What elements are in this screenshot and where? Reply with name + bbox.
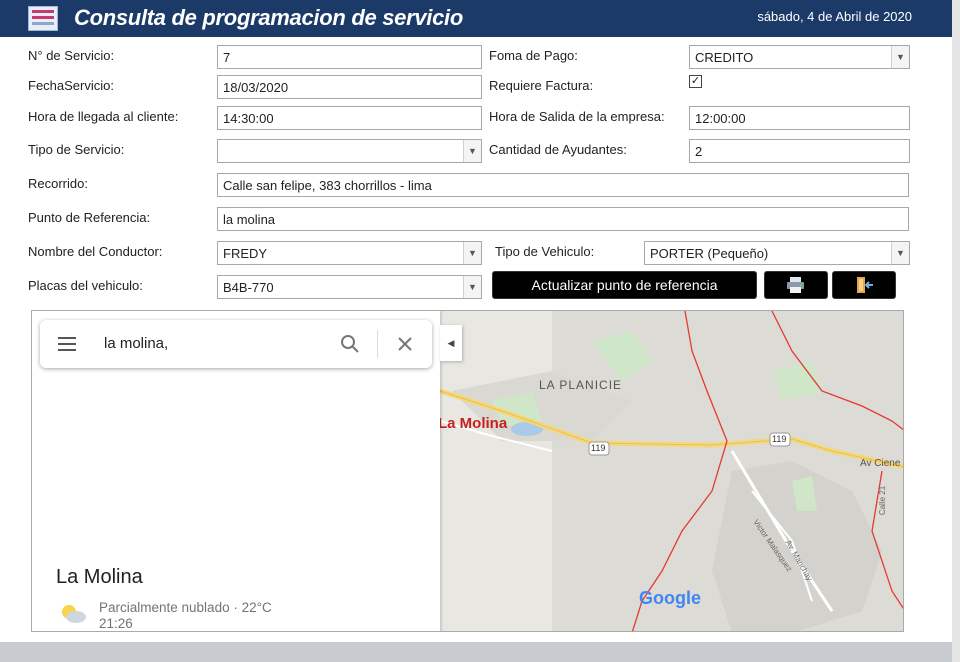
forma-pago-value: CREDITO [695, 50, 754, 65]
google-map[interactable]: LA PLANICIE La Molina 119 119 Av Ciene C… [31, 310, 904, 632]
road-119-label: 119 [591, 443, 606, 453]
servicio-field[interactable]: 7 [217, 45, 482, 69]
print-button[interactable] [764, 271, 828, 299]
partly-cloudy-icon [62, 605, 86, 623]
google-logo: Google [639, 588, 701, 608]
conductor-label: Nombre del Conductor: [28, 244, 163, 259]
chevron-down-icon[interactable]: ▼ [891, 242, 909, 264]
servicio-label: N° de Servicio: [28, 48, 115, 63]
recorrido-label: Recorrido: [28, 176, 88, 191]
recorrido-field[interactable]: Calle san felipe, 383 chorrillos - lima [217, 173, 909, 197]
search-divider [377, 330, 378, 358]
fecha-field[interactable]: 18/03/2020 [217, 75, 482, 99]
tipo-servicio-select[interactable]: ▼ [217, 139, 482, 163]
chevron-down-icon[interactable]: ▼ [891, 46, 909, 68]
placas-value: B4B-770 [223, 280, 274, 295]
exit-door-icon [857, 277, 873, 293]
map-label-planicie: LA PLANICIE [539, 378, 623, 392]
map-label-calle21: Calle 21 [878, 485, 888, 516]
ayudantes-field[interactable]: 2 [689, 139, 910, 163]
form-app-icon [28, 6, 58, 31]
chevron-down-icon[interactable]: ▼ [463, 242, 481, 264]
factura-checkbox[interactable]: ✓ [689, 75, 702, 88]
window-edge [952, 0, 960, 662]
chevron-down-icon[interactable]: ▼ [463, 276, 481, 298]
chevron-down-icon[interactable]: ▼ [463, 140, 481, 162]
window-title: Consulta de programacion de servicio [74, 5, 463, 30]
place-name: La Molina [56, 566, 143, 588]
weather-time: 21:26 [99, 616, 133, 631]
search-icon[interactable] [340, 334, 360, 354]
referencia-label: Punto de Referencia: [28, 210, 151, 225]
forma-pago-label: Foma de Pago: [489, 48, 578, 63]
hora-salida-field[interactable]: 12:00:00 [689, 106, 910, 130]
map-search-box[interactable]: la molina, [40, 320, 432, 368]
exit-button[interactable] [832, 271, 896, 299]
vehiculo-select[interactable]: PORTER (Pequeño) ▼ [644, 241, 910, 265]
fecha-label: FechaServicio: [28, 78, 114, 93]
hora-llegada-label: Hora de llegada al cliente: [28, 109, 179, 124]
current-date: sábado, 4 de Abril de 2020 [757, 9, 912, 24]
placas-select[interactable]: B4B-770 ▼ [217, 275, 482, 299]
vehiculo-label: Tipo de Vehiculo: [495, 244, 595, 259]
close-icon[interactable] [397, 336, 413, 352]
actualizar-referencia-button[interactable]: Actualizar punto de referencia [492, 271, 757, 299]
collapse-panel-button[interactable]: ◀ [440, 325, 462, 361]
printer-icon [787, 277, 804, 293]
hora-salida-label: Hora de Salida de la empresa: [489, 109, 665, 124]
conductor-value: FREDY [223, 246, 268, 261]
vehiculo-value: PORTER (Pequeño) [650, 246, 769, 261]
hora-llegada-field[interactable]: 14:30:00 [217, 106, 482, 130]
map-label-av-ciene: Av Ciene [860, 458, 901, 469]
conductor-select[interactable]: FREDY ▼ [217, 241, 482, 265]
factura-label: Requiere Factura: [489, 78, 594, 93]
footer-bar [0, 642, 952, 662]
placas-label: Placas del vehiculo: [28, 278, 143, 293]
map-search-input[interactable]: la molina, [104, 335, 168, 352]
map-side-panel: la molina, La Molina Parcialmente nublad… [32, 311, 440, 631]
ayudantes-label: Cantidad de Ayudantes: [489, 142, 627, 157]
menu-icon[interactable] [58, 336, 78, 352]
road-119-label: 119 [772, 434, 787, 444]
referencia-field[interactable]: la molina [217, 207, 909, 231]
title-bar: Consulta de programacion de servicio sáb… [0, 0, 952, 37]
weather-text: Parcialmente nublado · 22°C [99, 600, 272, 615]
tipo-servicio-label: Tipo de Servicio: [28, 142, 125, 157]
forma-pago-select[interactable]: CREDITO ▼ [689, 45, 910, 69]
map-label-la-molina: La Molina [438, 415, 508, 432]
